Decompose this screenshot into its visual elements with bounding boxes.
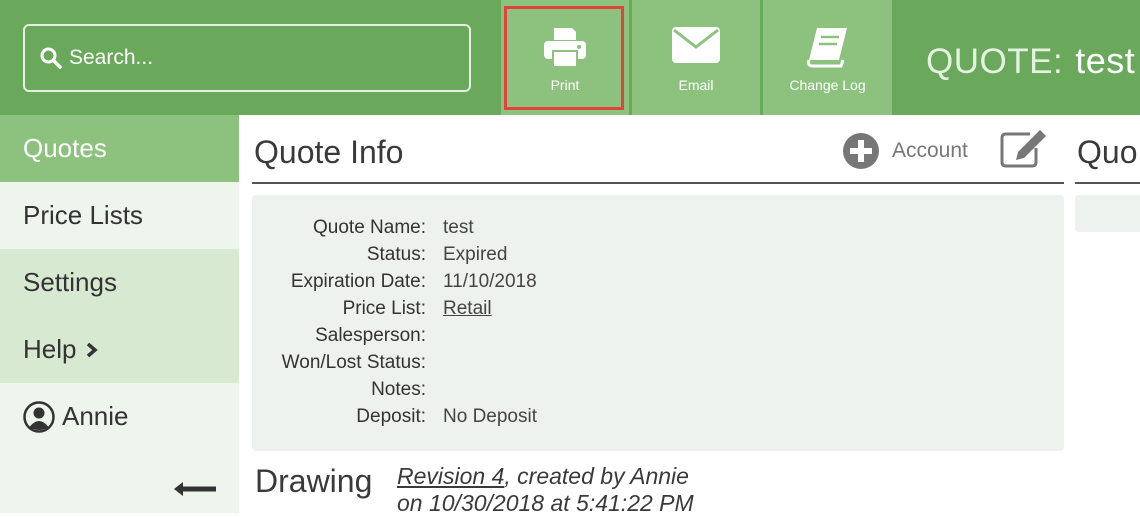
info-row-deposit: Deposit: No Deposit xyxy=(252,406,1064,433)
arrow-left-icon xyxy=(174,482,216,496)
envelope-icon xyxy=(672,27,720,63)
created-by-text: , created by Annie xyxy=(504,463,689,489)
print-button[interactable]: Print xyxy=(501,0,629,115)
sidebar-item-settings[interactable]: Settings xyxy=(0,249,239,316)
sidebar-item-label: Price Lists xyxy=(23,200,143,230)
sidebar-item-price-lists[interactable]: Price Lists xyxy=(0,182,239,249)
edit-icon xyxy=(1000,130,1046,168)
sidebar-item-quotes[interactable]: Quotes xyxy=(0,115,239,182)
page-title-prefix: QUOTE: xyxy=(926,42,1064,81)
search-icon xyxy=(40,47,62,69)
field-value: Expired xyxy=(443,244,508,265)
field-label: Salesperson: xyxy=(315,325,426,346)
sidebar-item-label: Help xyxy=(23,334,77,364)
drawing-title: Drawing xyxy=(255,463,373,499)
field-label: Expiration Date: xyxy=(290,271,426,292)
edit-quote-button[interactable] xyxy=(1000,128,1048,175)
avatar-icon xyxy=(23,400,55,433)
plus-circle-icon xyxy=(843,133,879,169)
revision-link[interactable]: Revision 4 xyxy=(397,463,504,489)
book-icon xyxy=(806,28,847,68)
info-row-salesperson: Salesperson: xyxy=(252,325,1064,352)
printer-icon xyxy=(544,28,586,68)
info-row-won-lost-status: Won/Lost Status: xyxy=(252,352,1064,379)
field-value: 11/10/2018 xyxy=(443,271,537,292)
field-label: Won/Lost Status: xyxy=(281,352,426,373)
right-section-title: Quo xyxy=(1077,134,1138,170)
sidebar: Quotes Price Lists Settings Help Annie xyxy=(0,115,239,513)
sidebar-item-label: Quotes xyxy=(23,133,107,163)
right-title-divider xyxy=(1075,182,1140,184)
top-header: Print Email Change Log QUOTE: test xyxy=(0,0,1140,115)
field-label: Status: xyxy=(366,244,426,265)
email-button[interactable]: Email xyxy=(632,0,760,115)
page-title-name: test xyxy=(1075,40,1136,81)
info-row-quote-name: Quote Name: test xyxy=(252,217,1064,244)
change-log-label: Change Log xyxy=(789,77,866,93)
field-value: test xyxy=(443,217,474,238)
change-log-button[interactable]: Change Log xyxy=(763,0,892,115)
right-section-panel xyxy=(1075,195,1140,232)
info-row-notes: Notes: xyxy=(252,379,1064,406)
title-divider xyxy=(252,182,1064,184)
info-row-expiration-date: Expiration Date: 11/10/2018 xyxy=(252,271,1064,298)
field-value: No Deposit xyxy=(443,406,537,427)
search-input[interactable] xyxy=(69,46,449,70)
field-label: Notes: xyxy=(371,379,426,400)
chevron-right-icon xyxy=(86,342,99,358)
print-label: Print xyxy=(550,77,580,93)
sidebar-item-help[interactable]: Help xyxy=(0,316,239,383)
sidebar-item-user[interactable]: Annie xyxy=(0,383,239,450)
field-label: Deposit: xyxy=(356,406,426,427)
price-list-link[interactable]: Retail xyxy=(443,298,492,320)
quote-info-title: Quote Info xyxy=(254,134,404,170)
page-title: QUOTE: test xyxy=(926,40,1135,82)
user-name: Annie xyxy=(62,401,129,431)
field-label: Quote Name: xyxy=(313,217,426,238)
account-label: Account xyxy=(892,139,968,162)
search-box[interactable] xyxy=(23,24,471,92)
quote-info-panel: Quote Name: test Status: Expired Expirat… xyxy=(252,195,1064,451)
add-account-button[interactable]: Account xyxy=(842,132,968,170)
info-row-status: Status: Expired xyxy=(252,244,1064,271)
collapse-sidebar-button[interactable] xyxy=(173,481,217,502)
info-row-price-list: Price List: Retail xyxy=(252,298,1064,325)
email-label: Email xyxy=(678,77,714,93)
field-label: Price List: xyxy=(342,298,426,319)
sidebar-item-label: Settings xyxy=(23,267,117,297)
drawing-meta: Revision 4, created by Annie on 10/30/20… xyxy=(397,463,694,517)
